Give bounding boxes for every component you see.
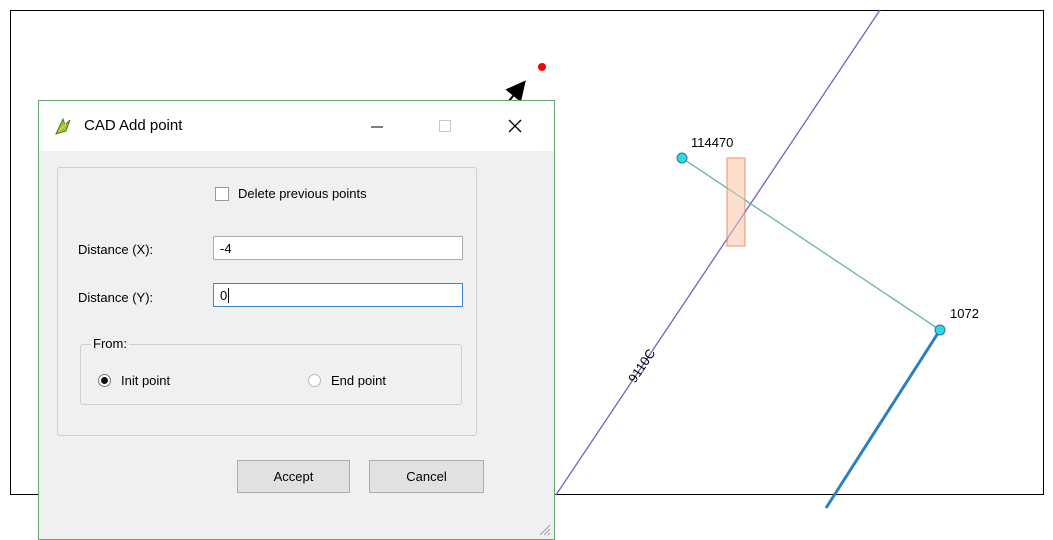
close-icon — [508, 119, 522, 133]
close-button[interactable] — [492, 101, 538, 151]
resize-grip-icon[interactable] — [537, 522, 551, 536]
end-point-label: End point — [331, 373, 386, 388]
from-groupbox: From: Init point End point — [80, 336, 462, 405]
node-114470-label: 114470 — [691, 135, 734, 150]
text-caret — [228, 288, 229, 303]
maximize-icon — [439, 120, 451, 132]
title-bar[interactable]: CAD Add point — [39, 101, 554, 151]
delete-previous-row[interactable]: Delete previous points — [215, 186, 367, 201]
end-point-radio[interactable] — [308, 374, 321, 387]
distance-y-label: Distance (Y): — [78, 290, 154, 305]
init-point-option[interactable]: Init point — [98, 373, 170, 388]
node-114470-marker[interactable] — [676, 152, 688, 164]
cancel-button[interactable]: Cancel — [369, 460, 484, 493]
highlight-box — [726, 157, 746, 247]
delete-previous-label: Delete previous points — [238, 186, 367, 201]
input-panel: Delete previous points Distance (X): Dis… — [57, 167, 477, 436]
distance-x-input[interactable] — [213, 236, 463, 260]
cad-add-point-dialog: CAD Add point Delete previous points Dis… — [38, 100, 555, 540]
distance-y-input[interactable] — [213, 283, 463, 307]
minimize-button[interactable] — [354, 101, 400, 151]
distance-x-label: Distance (X): — [78, 242, 154, 257]
end-point-option[interactable]: End point — [308, 373, 386, 388]
init-point-label: Init point — [121, 373, 171, 388]
accept-button[interactable]: Accept — [237, 460, 350, 493]
init-point-radio[interactable] — [98, 374, 111, 387]
qgis-icon — [55, 117, 71, 135]
maximize-button[interactable] — [422, 101, 468, 151]
delete-previous-checkbox[interactable] — [215, 186, 229, 201]
pipe-line — [824, 329, 942, 509]
dialog-title: CAD Add point — [84, 117, 183, 134]
from-group-title: From: — [91, 336, 129, 351]
node-1072-marker[interactable] — [934, 324, 946, 336]
minimize-icon — [371, 126, 383, 128]
target-point — [538, 63, 546, 71]
node-1072-label: 1072 — [950, 306, 979, 321]
